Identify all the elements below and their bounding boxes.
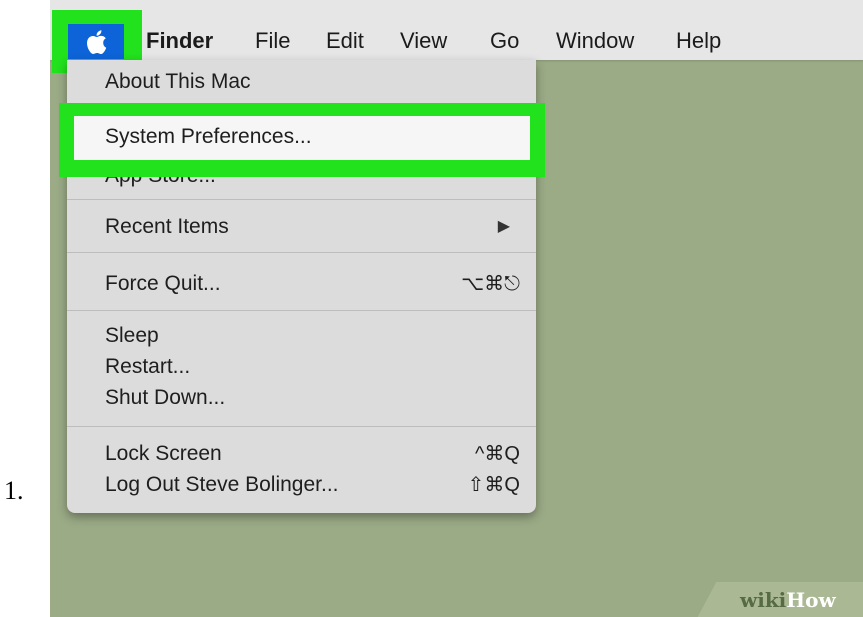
force-quit-shortcut: ⌥⌘⎋ [461,273,520,295]
menu-finder[interactable]: Finder [146,26,213,56]
menu-separator [67,310,536,311]
menu-item-system-preferences[interactable]: System Preferences... [74,116,530,160]
menu-separator [67,426,536,427]
menu-item-about-this-mac[interactable]: About This Mac [105,68,251,96]
menu-item-lock-screen[interactable]: Lock Screen [105,440,222,468]
watermark-wiki: wiki [740,588,787,612]
menu-item-log-out[interactable]: Log Out Steve Bolinger... [105,471,338,499]
menu-view[interactable]: View [400,26,447,56]
apple-menu-button[interactable] [68,24,124,59]
menu-separator [67,252,536,253]
submenu-arrow-icon: ▶ [497,218,510,235]
step-number: 1. [4,476,24,505]
menu-file[interactable]: File [255,26,290,56]
wikihow-watermark: wikiHow [740,588,836,612]
menu-item-shut-down[interactable]: Shut Down... [105,384,225,412]
mac-desktop: Finder File Edit View Go Window Help Abo… [50,0,863,617]
menu-bar: Finder File Edit View Go Window Help [50,0,863,73]
menu-separator [67,199,536,200]
system-preferences-label: System Preferences... [105,125,312,148]
menu-edit[interactable]: Edit [326,26,364,56]
lock-screen-shortcut: ^⌘Q [475,443,520,465]
menu-item-sleep[interactable]: Sleep [105,322,159,350]
menu-window[interactable]: Window [556,26,634,56]
menu-help[interactable]: Help [676,26,721,56]
menu-item-recent-items[interactable]: Recent Items [105,213,229,241]
watermark-how: How [786,588,836,612]
log-out-shortcut: ⇧⌘Q [467,474,520,496]
menu-item-restart[interactable]: Restart... [105,353,190,381]
apple-logo-icon [87,29,107,54]
menu-go[interactable]: Go [490,26,519,56]
menu-item-force-quit[interactable]: Force Quit... [105,270,221,298]
